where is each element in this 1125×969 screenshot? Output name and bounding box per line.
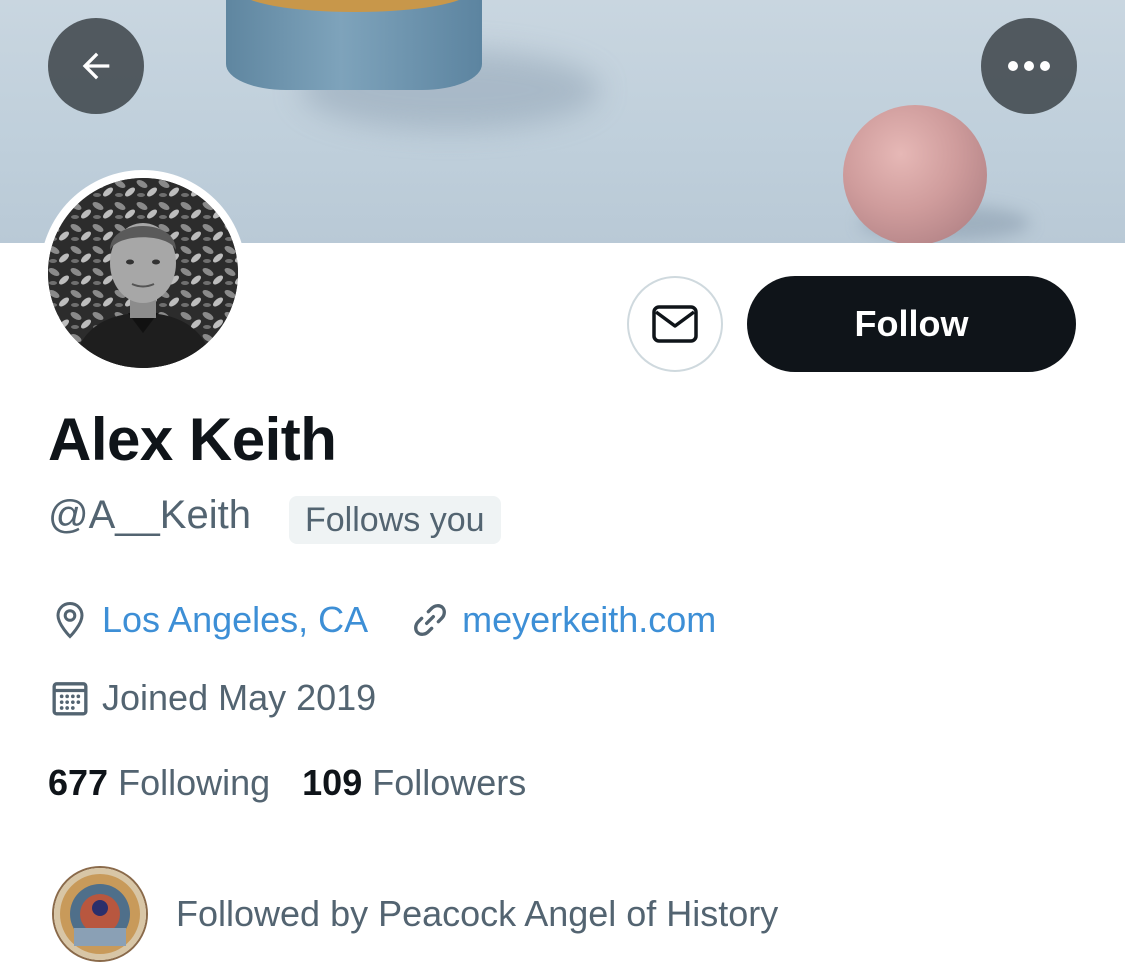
following-count: 677 <box>48 762 109 803</box>
followers-stat[interactable]: 109 Followers <box>302 762 526 804</box>
calendar-icon <box>48 676 92 720</box>
banner-cylinder <box>226 0 482 90</box>
follow-stats: 677 Following 109 Followers <box>48 762 558 804</box>
followed-by-row[interactable]: Followed by Peacock Angel of History <box>52 866 778 962</box>
follower-avatar <box>52 866 148 962</box>
joined-date: Joined May 2019 <box>102 677 377 718</box>
link-icon <box>408 598 452 642</box>
followed-by-text: Followed by Peacock Angel of History <box>176 893 779 934</box>
profile-avatar[interactable] <box>40 170 246 376</box>
following-label: Following <box>118 762 271 803</box>
back-button[interactable] <box>48 18 144 114</box>
follow-button[interactable]: Follow <box>747 276 1076 372</box>
more-horizontal-icon <box>1008 61 1050 71</box>
message-button[interactable] <box>627 276 723 372</box>
following-stat[interactable]: 677 Following <box>48 762 270 804</box>
follows-you-badge: Follows you <box>289 496 501 544</box>
location-link[interactable]: Los Angeles, CA <box>102 599 368 641</box>
location-icon <box>48 598 92 642</box>
envelope-icon <box>652 305 698 343</box>
followers-label: Followers <box>372 762 527 803</box>
profile-name: Alex Keith <box>48 406 337 473</box>
profile-meta-row: Los Angeles, CA meyerkeith.com <box>48 598 716 642</box>
website-link[interactable]: meyerkeith.com <box>462 599 716 641</box>
profile-handle: @A__Keith <box>48 493 251 537</box>
followers-count: 109 <box>302 762 363 803</box>
banner-ball <box>843 105 987 243</box>
arrow-left-icon <box>82 52 110 80</box>
avatar <box>48 178 238 368</box>
more-options-button[interactable] <box>981 18 1077 114</box>
joined-row: Joined May 2019 <box>48 676 376 720</box>
